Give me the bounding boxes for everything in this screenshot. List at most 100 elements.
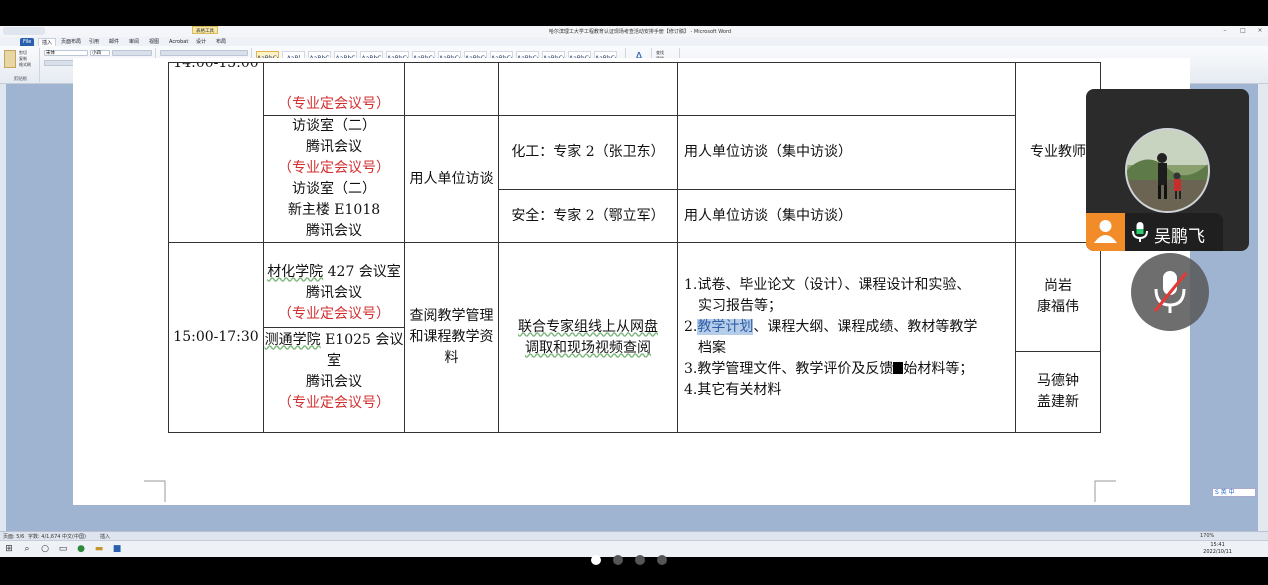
- status-mode[interactable]: 插入: [100, 533, 110, 540]
- participant-name: 吴鹏飞: [1154, 227, 1205, 247]
- tab-design[interactable]: 设计: [193, 38, 209, 46]
- content-text: 用人单位访谈（集中访谈）: [684, 207, 852, 224]
- expert-text: 安全：专家 2（鄂立军）: [511, 207, 665, 224]
- contact-text: 康福伟: [1037, 299, 1079, 315]
- contact-text: 马德钟: [1037, 372, 1079, 389]
- venue-text: 腾讯会议: [306, 139, 362, 155]
- carousel-dot[interactable]: [591, 555, 601, 565]
- venue-text: 测通学院: [264, 331, 321, 348]
- tab-review[interactable]: 审阅: [126, 38, 142, 46]
- tab-file[interactable]: File: [20, 38, 35, 46]
- file-explorer-icon[interactable]: ▬: [94, 544, 104, 554]
- venue-cell[interactable]: （专业定会议号）: [263, 62, 405, 116]
- venue-text: （专业定会议号）: [278, 305, 390, 322]
- venue-text: （专业定会议号）: [278, 160, 390, 176]
- close-button[interactable]: ×: [1255, 27, 1265, 35]
- status-language[interactable]: 中文(中国): [62, 533, 86, 540]
- expert-text: 化工：专家 2（张卫东）: [511, 144, 665, 160]
- maximize-button[interactable]: □: [1238, 27, 1248, 35]
- venue-text: （专业定会议号）: [278, 394, 390, 411]
- time-cell[interactable]: 15:00-17:30: [168, 242, 264, 433]
- materials-item: 4.其它有关材料: [684, 381, 782, 398]
- materials-item: 1.试卷、毕业论文（设计）、课程设计和实验、: [684, 276, 971, 293]
- method-text: 联合专家组线上从网盘: [518, 318, 658, 335]
- status-words[interactable]: 字数: 4/1,674: [28, 533, 60, 540]
- windows-start-icon[interactable]: ⊞: [4, 544, 14, 554]
- browser-icon[interactable]: ●: [76, 544, 86, 554]
- cortana-icon[interactable]: ○: [40, 544, 50, 554]
- status-page[interactable]: 页面: 5/6: [3, 533, 24, 540]
- font-name-select[interactable]: 宋体: [44, 50, 88, 56]
- content-cell[interactable]: 用人单位访谈（集中访谈）: [677, 115, 1016, 190]
- content-cell[interactable]: [677, 62, 1016, 116]
- font-grow-shrink-buttons[interactable]: [112, 50, 152, 56]
- selected-text[interactable]: 教学计划: [697, 318, 754, 335]
- participant-name-bar: 吴鹏飞: [1086, 213, 1223, 251]
- screen: 表格工具 哈尔滨理工大学工程教育认证现场考查活动安排手册【修订稿】 - Micr…: [0, 0, 1268, 585]
- mute-button[interactable]: [1131, 253, 1209, 331]
- crop-mark-bottom-left: [144, 480, 166, 502]
- method-cell[interactable]: 联合专家组线上从网盘 调取和现场视频查阅: [498, 242, 678, 433]
- carousel-dot[interactable]: [657, 555, 667, 565]
- avatar: [1125, 128, 1210, 213]
- taskbar-clock[interactable]: 15:41 2022/10/11: [1203, 542, 1232, 556]
- carousel-dot[interactable]: [613, 555, 623, 565]
- zoom-level[interactable]: 170%: [1200, 533, 1214, 539]
- carousel-indicators: [591, 550, 679, 565]
- tab-page-layout[interactable]: 页面布局: [58, 38, 84, 46]
- tab-acrobat[interactable]: Acrobat: [166, 38, 191, 46]
- schedule-table[interactable]: 14:00-15:00 （专业定会议号） 专业教师 访谈室（二） 腾讯会议 （专…: [168, 62, 1101, 433]
- list-indent-buttons[interactable]: [160, 50, 248, 56]
- search-icon[interactable]: ⌕: [22, 544, 32, 554]
- venue-text: （专业定会议号）: [278, 96, 390, 112]
- status-bar: 页面: 5/6 字数: 4/1,674 中文(中国) 插入 170%: [0, 531, 1268, 540]
- microphone-muted-icon: [1153, 271, 1188, 313]
- activity-cell[interactable]: 用人单位访谈: [404, 115, 499, 243]
- microphone-icon: [1132, 222, 1148, 242]
- activity-text: 用人单位访谈: [409, 170, 494, 187]
- materials-item: 3.教学管理文件、教学评价及反馈: [684, 360, 894, 377]
- venue-text: 访谈室（二）: [292, 118, 376, 134]
- contact-text: 盖建新: [1037, 393, 1079, 410]
- table-row: 15:00-17:30 材化学院 427 会议室 腾讯会议 （专业定会议号） 测…: [168, 242, 1101, 433]
- tab-layout[interactable]: 布局: [213, 38, 229, 46]
- time-cell[interactable]: 14:00-15:00: [168, 62, 264, 243]
- tab-references[interactable]: 引用: [86, 38, 102, 46]
- table-tools-context-tab: 表格工具: [192, 26, 218, 34]
- task-view-icon[interactable]: ▭: [58, 544, 68, 554]
- materials-item: 2.: [684, 318, 698, 335]
- font-size-select[interactable]: 小四: [90, 50, 110, 56]
- avatar-photo-icon: [1127, 130, 1208, 211]
- quick-access-toolbar[interactable]: [3, 27, 45, 35]
- venue-cell[interactable]: 访谈室（二） 腾讯会议 （专业定会议号） 访谈室（二） 新主楼 E1018 腾讯…: [263, 115, 405, 243]
- carousel-dot[interactable]: [635, 555, 645, 565]
- paste-icon[interactable]: [4, 50, 16, 68]
- tab-insert[interactable]: 插入: [38, 38, 57, 46]
- materials-cell[interactable]: 1.试卷、毕业论文（设计）、课程设计和实验、 实习报告等； 2.教学计划、课程大…: [677, 242, 1016, 433]
- ime-toolbar[interactable]: S 英 中: [1212, 488, 1256, 497]
- word-taskbar-icon[interactable]: ■: [112, 544, 122, 554]
- expert-cell[interactable]: [498, 62, 678, 116]
- minimize-button[interactable]: –: [1220, 27, 1230, 35]
- format-painter-button[interactable]: 格式刷: [19, 62, 31, 68]
- clock-time: 15:41: [1210, 542, 1225, 548]
- venue-text: 腾讯会议: [306, 223, 362, 239]
- time-text: 15:00-17:30: [173, 329, 259, 345]
- ribbon-tabs: File 插入 页面布局 引用 邮件 审阅 视图 Acrobat 设计 布局: [0, 37, 1268, 46]
- venue-cell[interactable]: 材化学院 427 会议室 腾讯会议 （专业定会议号） 测通学院 E1025 会议…: [263, 242, 405, 433]
- materials-item: 实习报告等；: [698, 297, 782, 314]
- expert-cell[interactable]: 化工：专家 2（张卫东）: [498, 115, 678, 190]
- table-row: 访谈室（二） 腾讯会议 （专业定会议号） 访谈室（二） 新主楼 E1018 腾讯…: [169, 115, 1101, 243]
- vertical-scrollbar[interactable]: [1258, 84, 1268, 531]
- activity-cell[interactable]: 查阅教学管理和课程教学资料: [404, 242, 499, 433]
- venue-text: 427 会议室: [323, 263, 401, 280]
- tab-view[interactable]: 视图: [146, 38, 162, 46]
- venue-text: 腾讯会议: [306, 373, 362, 390]
- content-cell[interactable]: 用人单位访谈（集中访谈）: [677, 189, 1016, 243]
- contact-cell[interactable]: 尚岩 康福伟 马德钟 盖建新: [1015, 242, 1101, 433]
- activity-cell[interactable]: [404, 62, 499, 116]
- tab-mailings[interactable]: 邮件: [106, 38, 122, 46]
- crop-mark-bottom-right: [1094, 480, 1116, 502]
- expert-cell[interactable]: 安全：专家 2（鄂立军）: [498, 189, 678, 243]
- clock-date: 2022/10/11: [1203, 549, 1232, 555]
